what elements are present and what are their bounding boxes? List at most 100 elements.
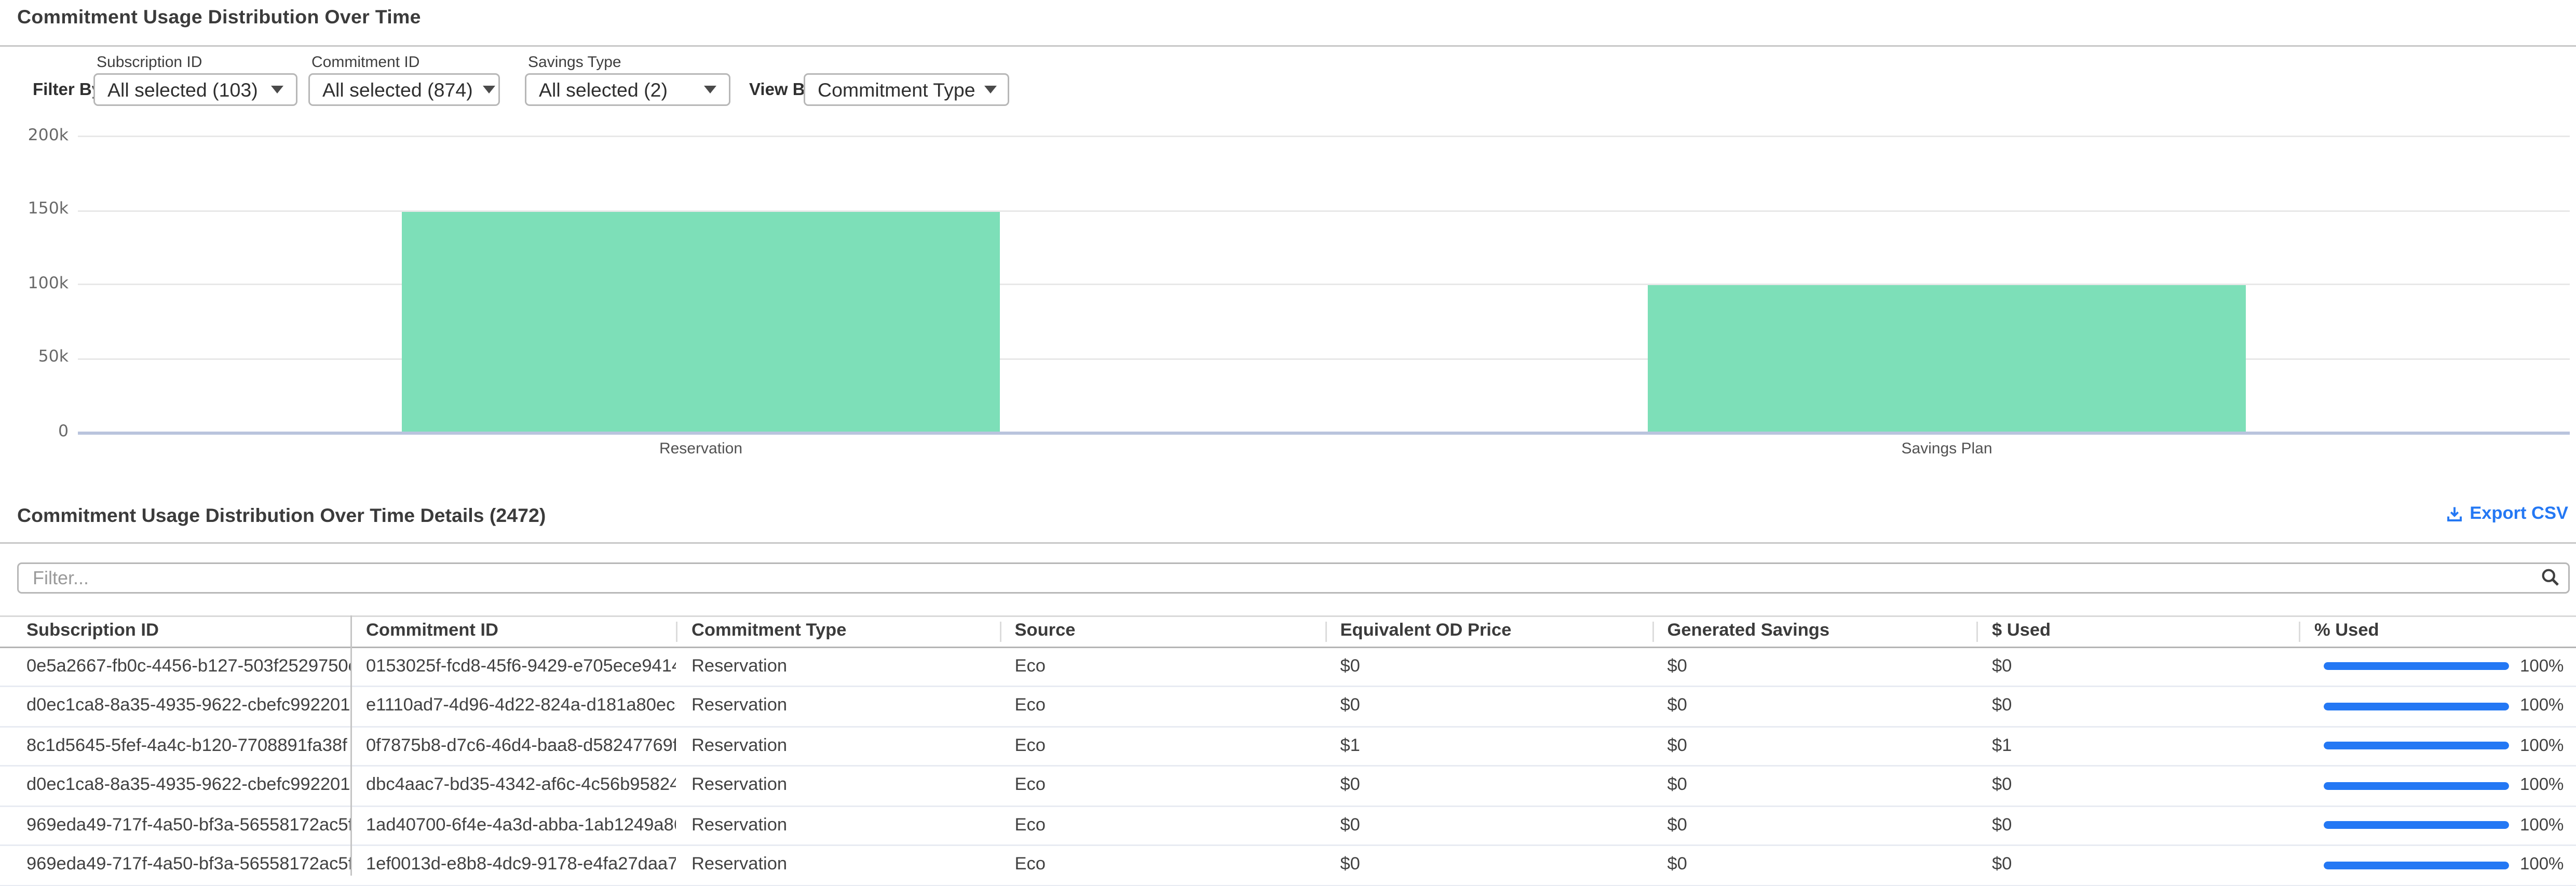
cell-commitment_id: 1ad40700-6f4e-4a3d-abba-1ab1249a86bd [350,806,676,845]
cell-subscription_id: d0ec1ca8-8a35-4935-9622-cbefc9922014 [0,687,350,727]
progress-bar [2324,782,2509,790]
cell-equivalent_od_price: $0 [1325,766,1652,806]
cell-pct-used: 100% [2299,806,2576,845]
details-section-title: Commitment Usage Distribution Over Time … [17,505,546,527]
pct-used-label: 100% [2520,856,2564,875]
bar-savings-plan[interactable] [1648,285,2246,432]
search-icon[interactable] [2540,567,2560,587]
cell-source: Eco [999,726,1325,766]
column-header--used[interactable]: $ Used [1976,616,2299,647]
cell-used: $0 [1976,766,2299,806]
export-csv-label: Export CSV [2470,505,2568,523]
progress-bar [2324,662,2509,670]
progress-bar [2324,702,2509,710]
cell-used: $0 [1976,845,2299,885]
progress-fill [2324,742,2509,750]
pct-used-indicator: 100% [2314,856,2567,875]
table-row: 8c1d5645-5fef-4a4c-b120-7708891fa38f0f78… [0,726,2576,766]
frozen-column-divider [350,615,352,876]
progress-fill [2324,861,2509,869]
pct-used-label: 100% [2520,657,2564,676]
cell-commitment_type: Reservation [676,845,999,885]
cell-subscription_id: 969eda49-717f-4a50-bf3a-56558172ac5f [0,806,350,845]
y-axis-tick: 0 [0,422,69,440]
cell-commitment_type: Reservation [676,726,999,766]
gridline [78,432,2570,434]
cell-subscription_id: 969eda49-717f-4a50-bf3a-56558172ac5f [0,845,350,885]
table-header-row: Subscription IDCommitment IDCommitment T… [0,616,2576,647]
pct-used-label: 100% [2520,776,2564,795]
pct-used-label: 100% [2520,697,2564,716]
progress-bar [2324,742,2509,750]
cell-generated_savings: $0 [1652,687,1977,727]
cell-equivalent_od_price: $0 [1325,806,1652,845]
column-header-commitment-id[interactable]: Commitment ID [350,616,676,647]
column-header-commitment-type[interactable]: Commitment Type [676,616,999,647]
column-header--used[interactable]: % Used [2299,616,2576,647]
column-header-source[interactable]: Source [999,616,1325,647]
cell-generated_savings: $0 [1652,766,1977,806]
progress-fill [2324,821,2509,829]
cell-equivalent_od_price: $1 [1325,726,1652,766]
column-header-generated-savings[interactable]: Generated Savings [1652,616,1977,647]
cell-used: $1 [1976,726,2299,766]
y-axis-tick: 150k [0,199,69,218]
cell-source: Eco [999,766,1325,806]
pct-used-indicator: 100% [2314,776,2567,795]
cell-pct-used: 100% [2299,726,2576,766]
column-header-equivalent-od-price[interactable]: Equivalent OD Price [1325,616,1652,647]
download-icon [2445,505,2463,523]
cell-commitment_type: Reservation [676,806,999,845]
dashboard-page: Commitment Usage Distribution Over Time … [0,0,2576,876]
cell-used: $0 [1976,647,2299,687]
table-filter-input[interactable] [17,562,2570,594]
cell-source: Eco [999,687,1325,727]
cell-source: Eco [999,647,1325,687]
pct-used-indicator: 100% [2314,657,2567,676]
cell-commitment_id: e1110ad7-4d96-4d22-824a-d181a80ecd7d [350,687,676,727]
progress-fill [2324,782,2509,790]
table-row: 969eda49-717f-4a50-bf3a-56558172ac5f1ad4… [0,806,2576,845]
pct-used-indicator: 100% [2314,697,2567,716]
gridline [78,136,2570,137]
table-row: 0e5a2667-fb0c-4456-b127-503f2529750c0153… [0,647,2576,687]
cell-generated_savings: $0 [1652,806,1977,845]
progress-fill [2324,662,2509,670]
cell-generated_savings: $0 [1652,845,1977,885]
section-divider [0,542,2576,544]
bar-reservation[interactable] [402,212,1000,432]
cell-commitment_id: 1ef0013d-e8b8-4dc9-9178-e4fa27daa7e5 [350,845,676,885]
y-axis-tick: 100k [0,274,69,292]
details-table: Subscription IDCommitment IDCommitment T… [0,615,2576,886]
cell-pct-used: 100% [2299,766,2576,806]
cell-commitment_type: Reservation [676,766,999,806]
table-row: d0ec1ca8-8a35-4935-9622-cbefc9922014dbc4… [0,766,2576,806]
pct-used-label: 100% [2520,736,2564,755]
pct-used-label: 100% [2520,816,2564,835]
x-axis-label: Reservation [592,440,810,458]
export-csv-button[interactable]: Export CSV [2445,505,2568,523]
y-axis-tick: 200k [0,126,69,144]
cell-used: $0 [1976,687,2299,727]
cell-subscription_id: d0ec1ca8-8a35-4935-9622-cbefc9922014 [0,766,350,806]
cell-equivalent_od_price: $0 [1325,687,1652,727]
x-axis-label: Savings Plan [1838,440,2056,458]
progress-bar [2324,821,2509,829]
pct-used-indicator: 100% [2314,736,2567,755]
cell-subscription_id: 0e5a2667-fb0c-4456-b127-503f2529750c [0,647,350,687]
cell-source: Eco [999,806,1325,845]
cell-generated_savings: $0 [1652,647,1977,687]
cell-commitment_type: Reservation [676,647,999,687]
gridline [78,210,2570,211]
cell-generated_savings: $0 [1652,726,1977,766]
cell-commitment_id: 0153025f-fcd8-45f6-9429-e705ece9414c [350,647,676,687]
cell-commitment_id: 0f7875b8-d7c6-46d4-baa8-d58247769f1f [350,726,676,766]
table-row: 969eda49-717f-4a50-bf3a-56558172ac5f1ef0… [0,845,2576,885]
cell-pct-used: 100% [2299,687,2576,727]
y-axis-tick: 50k [0,348,69,367]
cell-commitment_id: dbc4aac7-bd35-4342-af6c-4c56b9582400 [350,766,676,806]
cell-commitment_type: Reservation [676,687,999,727]
column-header-subscription-id[interactable]: Subscription ID [0,616,350,647]
progress-fill [2324,702,2509,710]
cell-pct-used: 100% [2299,845,2576,885]
